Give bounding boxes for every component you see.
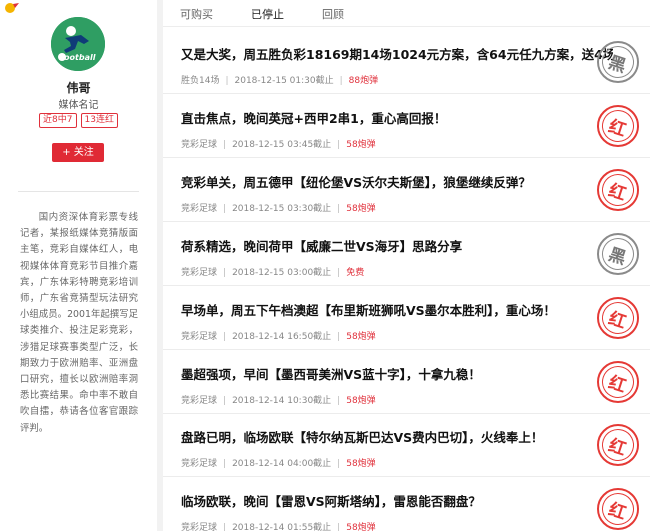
article-category: 竞彩足球 (181, 267, 218, 278)
article-category: 竞彩足球 (181, 395, 218, 406)
meta-separator: | (223, 331, 227, 342)
article-meta: 竞彩足球 | 2018-12-14 01:55截止 | 58炮弹 (181, 520, 376, 531)
tab-bar: 可购买 已停止 回顾 (163, 0, 650, 27)
result-stamp: 红 (597, 488, 639, 531)
article-meta: 竞彩足球 | 2018-12-15 03:30截止 | 58炮弹 (181, 201, 376, 214)
article-deadline: 2018-12-14 04:00截止 (232, 459, 332, 470)
meta-separator: | (337, 267, 341, 278)
article-deadline: 2018-12-15 03:45截止 (232, 139, 332, 150)
article-price: 58炮弹 (346, 139, 376, 150)
result-stamp: 黑 (597, 232, 639, 275)
meta-separator: | (337, 203, 341, 214)
article-deadline: 2018-12-14 16:50截止 (232, 331, 332, 342)
article-price: 58炮弹 (346, 395, 376, 406)
article-deadline: 2018-12-15 01:30截止 (234, 76, 334, 86)
article-item[interactable]: 早场单，周五下午档澳超【布里斯班狮吼VS墨尔本胜利】，重心场！ 竞彩足球 | 2018… (163, 286, 650, 350)
article-category: 竞彩足球 (181, 523, 218, 531)
article-item[interactable]: 临场欧联，晚间【雷恩VS阿斯塔纳】，雷恩能否翻盘？ 竞彩足球 | 2018-12-14… (163, 477, 650, 531)
meta-separator: | (339, 76, 343, 86)
profile-title: 媒体名记 (58, 100, 99, 111)
article-title[interactable]: 荷系精选，晚间荷甲【威廉二世VS海牙】思路分享 (181, 236, 613, 256)
article-title[interactable]: 竞彩单关，周五德甲【纽伦堡VS沃尔夫斯堡】，狼堡继续反弹？ (181, 172, 613, 192)
result-stamp: 黑 (597, 41, 639, 83)
article-item[interactable]: 盘路已明，临场欧联【特尔纳瓦斯巴达VS费内巴切】，火线奉上！ 竞彩足球 | 2018-… (163, 413, 650, 478)
article-price: 58炮弹 (346, 523, 376, 531)
article-category: 竞彩足球 (181, 459, 218, 470)
meta-separator: | (337, 139, 341, 150)
result-stamp-label: 红 (599, 170, 637, 209)
article-deadline: 2018-12-15 03:00截止 (232, 267, 332, 278)
article-item[interactable]: 又是大奖，周五胜负彩18169期14场1024元方案，含64元任九方案，送4场稳… (163, 30, 650, 94)
result-stamp: 红 (597, 104, 639, 147)
meta-separator: | (223, 203, 227, 214)
article-title[interactable]: 早场单，周五下午档澳超【布里斯班狮吼VS墨尔本胜利】，重心场！ (181, 300, 613, 320)
profile-badges: 近8中7 13连红 (0, 113, 157, 128)
profile-panel: football 伟哥 媒体名记 近8中7 13连红 + 关注 国内资深体育彩票… (0, 0, 157, 531)
article-price: 58炮弹 (346, 459, 376, 470)
profile-bio: 国内资深体育彩票专线记者，某报纸媒体竞猜版面主笔，竞彩自媒体红人，电视媒体体育竞… (20, 212, 138, 434)
meta-separator: | (337, 459, 341, 470)
article-category: 胜负14场 (181, 76, 220, 86)
article-meta: 胜负14场 | 2018-12-15 01:30截止 | 88炮弹 (181, 73, 378, 86)
article-category: 竞彩足球 (181, 139, 218, 150)
article-category: 竞彩足球 (181, 331, 218, 342)
article-deadline: 2018-12-14 01:55截止 (232, 523, 332, 531)
result-stamp: 红 (597, 168, 639, 211)
profile-name: 伟哥 (66, 81, 91, 95)
article-item[interactable]: 荷系精选，晚间荷甲【威廉二世VS海牙】思路分享竞彩足球 | 2018-12-15 0… (163, 222, 650, 286)
article-deadline: 2018-12-15 03:30截止 (232, 203, 332, 214)
article-meta: 竞彩足球 | 2018-12-14 10:30截止 | 58炮弹 (181, 393, 376, 406)
meta-separator: | (223, 139, 227, 150)
site-logo-icon[interactable] (4, 2, 20, 14)
avatar-text: football (61, 53, 96, 62)
article-meta: 竞彩足球 | 2018-12-14 16:50截止 | 58炮弹 (181, 329, 376, 342)
result-stamp-label: 黑 (599, 234, 637, 273)
article-meta: 竞彩足球 | 2018-12-15 03:45截止 | 58炮弹 (181, 137, 376, 150)
meta-separator: | (223, 459, 227, 470)
tab-stopped[interactable]: 已停止 (251, 6, 284, 22)
meta-separator: | (337, 523, 341, 531)
article-title[interactable]: 墨超强项，早间【墨西哥美洲VS蓝十字】，十拿九稳！ (181, 364, 613, 384)
result-stamp-label: 红 (599, 298, 637, 337)
badge-streak: 13连红 (80, 113, 118, 128)
meta-separator: | (337, 395, 341, 406)
article-price: 58炮弹 (346, 331, 376, 342)
article-title[interactable]: 又是大奖，周五胜负彩18169期14场1024元方案，含64元任九方案，送4场稳… (181, 44, 613, 64)
meta-separator: | (223, 523, 227, 531)
article-title[interactable]: 直击焦点，晚间英冠+西甲2串1，重心高回报！ (181, 108, 613, 128)
result-stamp: 红 (597, 296, 639, 339)
result-stamp-label: 红 (599, 106, 637, 145)
badge-record: 近8中7 (39, 113, 77, 128)
article-item[interactable]: 直击焦点，晚间英冠+西甲2串1，重心高回报！ 竞彩足球 | 2018-12-15 03… (163, 94, 650, 158)
football-player-icon: football (51, 17, 105, 71)
article-title[interactable]: 临场欧联，晚间【雷恩VS阿斯塔纳】，雷恩能否翻盘？ (181, 491, 613, 511)
article-meta: 竞彩足球 | 2018-12-15 03:00截止 | 免费 (181, 265, 364, 278)
tab-available[interactable]: 可购买 (180, 6, 213, 22)
article-meta: 竞彩足球 | 2018-12-14 04:00截止 | 58炮弹 (181, 456, 376, 469)
meta-separator: | (223, 395, 227, 406)
meta-separator: | (225, 76, 229, 86)
meta-separator: | (337, 331, 341, 342)
follow-button[interactable]: + 关注 (52, 143, 104, 162)
tab-review[interactable]: 回顾 (322, 6, 344, 22)
meta-separator: | (223, 267, 227, 278)
result-stamp: 红 (597, 424, 639, 467)
result-stamp-label: 黑 (599, 43, 637, 81)
article-price: 88炮弹 (348, 76, 379, 86)
divider (18, 191, 139, 192)
article-price: 免费 (346, 267, 365, 278)
article-price: 58炮弹 (346, 203, 376, 214)
result-stamp-label: 红 (599, 426, 637, 465)
result-stamp-label: 红 (599, 362, 637, 401)
avatar[interactable]: football (51, 17, 105, 71)
article-item[interactable]: 竞彩单关，周五德甲【纽伦堡VS沃尔夫斯堡】，狼堡继续反弹？ 竞彩足球 | 2018-1… (163, 158, 650, 222)
article-title[interactable]: 盘路已明，临场欧联【特尔纳瓦斯巴达VS费内巴切】，火线奉上！ (181, 427, 613, 447)
article-list-panel: 可购买 已停止 回顾 又是大奖，周五胜负彩18169期14场1024元方案，含6… (163, 0, 650, 531)
article-deadline: 2018-12-14 10:30截止 (232, 395, 332, 406)
article-category: 竞彩足球 (181, 203, 218, 214)
article-item[interactable]: 墨超强项，早间【墨西哥美洲VS蓝十字】，十拿九稳！ 竞彩足球 | 2018-12-14… (163, 350, 650, 414)
result-stamp: 红 (597, 360, 639, 403)
result-stamp-label: 红 (599, 490, 637, 529)
